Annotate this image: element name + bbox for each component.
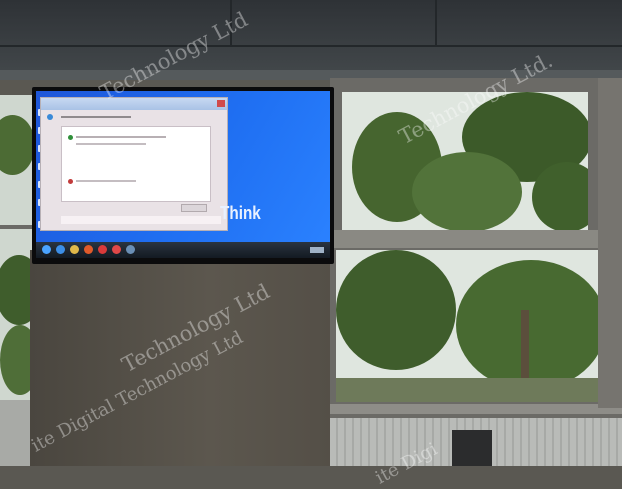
wall-pillar bbox=[30, 250, 330, 466]
dialog-titlebar bbox=[41, 98, 227, 110]
app-icon[interactable] bbox=[112, 245, 121, 254]
dialog-text-line bbox=[76, 136, 166, 138]
clock-area bbox=[310, 247, 324, 253]
dialog-text-line bbox=[76, 180, 136, 182]
ground bbox=[336, 378, 598, 402]
brand-text: Think bbox=[220, 203, 261, 223]
warning-icon bbox=[68, 179, 73, 184]
dialog-heading-line bbox=[61, 116, 131, 118]
ok-button[interactable] bbox=[181, 204, 207, 212]
ie-icon[interactable] bbox=[56, 245, 65, 254]
ceiling bbox=[0, 0, 622, 80]
window-pane-lower bbox=[336, 250, 598, 402]
tree-foliage bbox=[412, 152, 522, 230]
dialog-window bbox=[40, 97, 228, 231]
window-transom bbox=[330, 230, 622, 248]
ceiling-tile-seam bbox=[435, 0, 437, 46]
media-icon[interactable] bbox=[84, 245, 93, 254]
taskbar bbox=[36, 242, 330, 258]
wall-outlet bbox=[452, 430, 492, 466]
dialog-footer bbox=[61, 216, 221, 224]
tree-foliage bbox=[0, 115, 35, 175]
window-jamb bbox=[598, 78, 622, 408]
ceiling-tile-seam bbox=[230, 0, 232, 46]
info-icon bbox=[47, 114, 53, 120]
app-icon[interactable] bbox=[126, 245, 135, 254]
ceiling-tile-seam bbox=[0, 45, 622, 47]
close-icon bbox=[217, 100, 225, 107]
start-orb-icon[interactable] bbox=[42, 245, 51, 254]
chrome-icon[interactable] bbox=[98, 245, 107, 254]
window-frame bbox=[330, 78, 622, 466]
dialog-content-box bbox=[61, 126, 211, 202]
tree-foliage bbox=[336, 250, 456, 370]
window-pane-upper bbox=[342, 92, 588, 230]
tv-screen: Think bbox=[36, 91, 330, 258]
dialog-text-line bbox=[76, 143, 146, 145]
folder-icon[interactable] bbox=[70, 245, 79, 254]
status-icon bbox=[68, 135, 73, 140]
window-sill bbox=[330, 404, 622, 414]
tree-foliage bbox=[532, 162, 588, 230]
